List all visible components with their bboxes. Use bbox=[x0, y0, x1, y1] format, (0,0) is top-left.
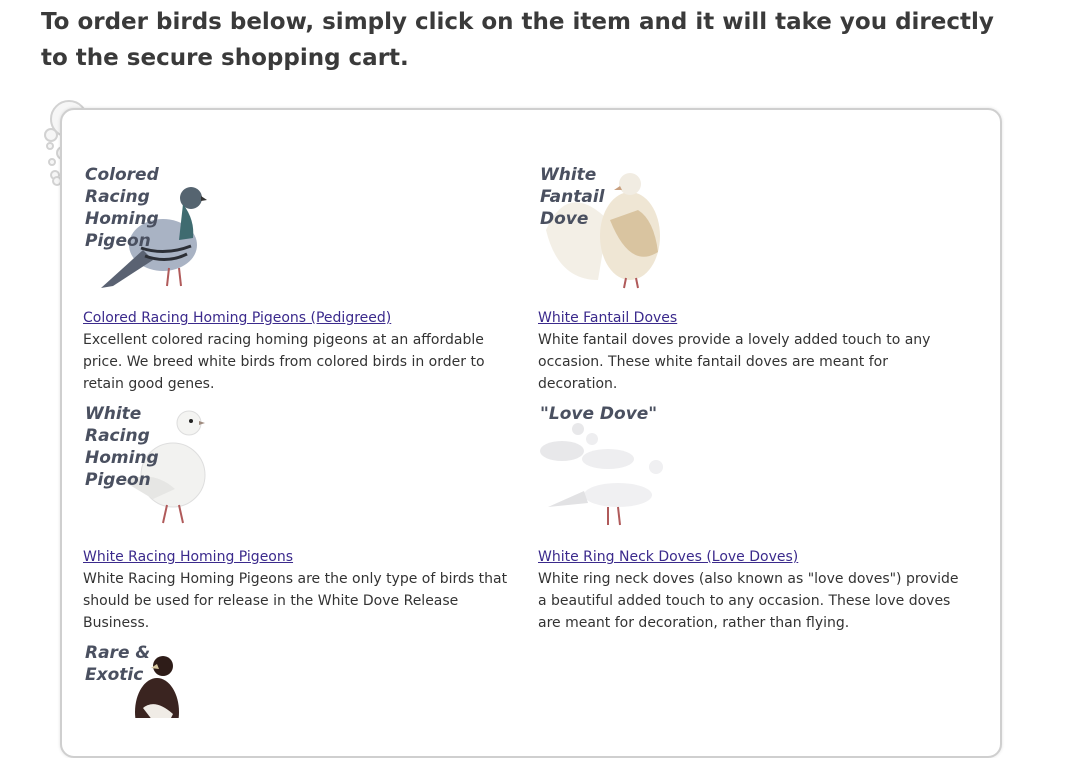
product-link-white-racing-pigeons[interactable]: White Racing Homing Pigeons bbox=[83, 546, 513, 568]
intro-text: To order birds below, simply click on th… bbox=[41, 9, 994, 71]
product-item-white-pigeon: White Racing Homing Pigeon White Racing … bbox=[83, 399, 513, 634]
product-description: White fantail doves provide a lovely add… bbox=[538, 332, 931, 392]
product-item-rare-exotic: Rare & Exotic bbox=[83, 638, 513, 718]
product-image-fantail-dove[interactable]: White Fantail Dove bbox=[538, 160, 668, 290]
product-description: White ring neck doves (also known as "lo… bbox=[538, 571, 959, 631]
product-item-love-doves: "Love Dove" White Ring Neck Doves (Love … bbox=[538, 399, 968, 634]
product-item-fantail-dove: White Fantail Dove White Fantail Doves W… bbox=[538, 160, 968, 395]
product-link-fantail-doves[interactable]: White Fantail Doves bbox=[538, 307, 968, 329]
image-label: Colored Racing Homing Pigeon bbox=[85, 165, 159, 251]
product-image-colored-pigeon[interactable]: Colored Racing Homing Pigeon bbox=[83, 160, 213, 290]
product-description: Excellent colored racing homing pigeons … bbox=[83, 332, 485, 392]
image-label: "Love Dove" bbox=[540, 404, 658, 424]
product-item-colored-pigeon: Colored Racing Homing Pigeon Colored Rac… bbox=[83, 160, 513, 395]
image-label: Rare & Exotic bbox=[85, 643, 151, 685]
product-image-love-doves[interactable]: "Love Dove" bbox=[538, 399, 668, 529]
product-link-colored-pigeons[interactable]: Colored Racing Homing Pigeons (Pedigreed… bbox=[83, 307, 513, 329]
product-link-ring-neck-doves[interactable]: White Ring Neck Doves (Love Doves) bbox=[538, 546, 968, 568]
product-description: White Racing Homing Pigeons are the only… bbox=[83, 571, 508, 631]
product-image-white-pigeon[interactable]: White Racing Homing Pigeon bbox=[83, 399, 213, 529]
image-label: White Racing Homing Pigeon bbox=[85, 404, 159, 490]
image-label: White Fantail Dove bbox=[540, 165, 605, 229]
product-image-rare-exotic[interactable]: Rare & Exotic bbox=[83, 638, 213, 718]
